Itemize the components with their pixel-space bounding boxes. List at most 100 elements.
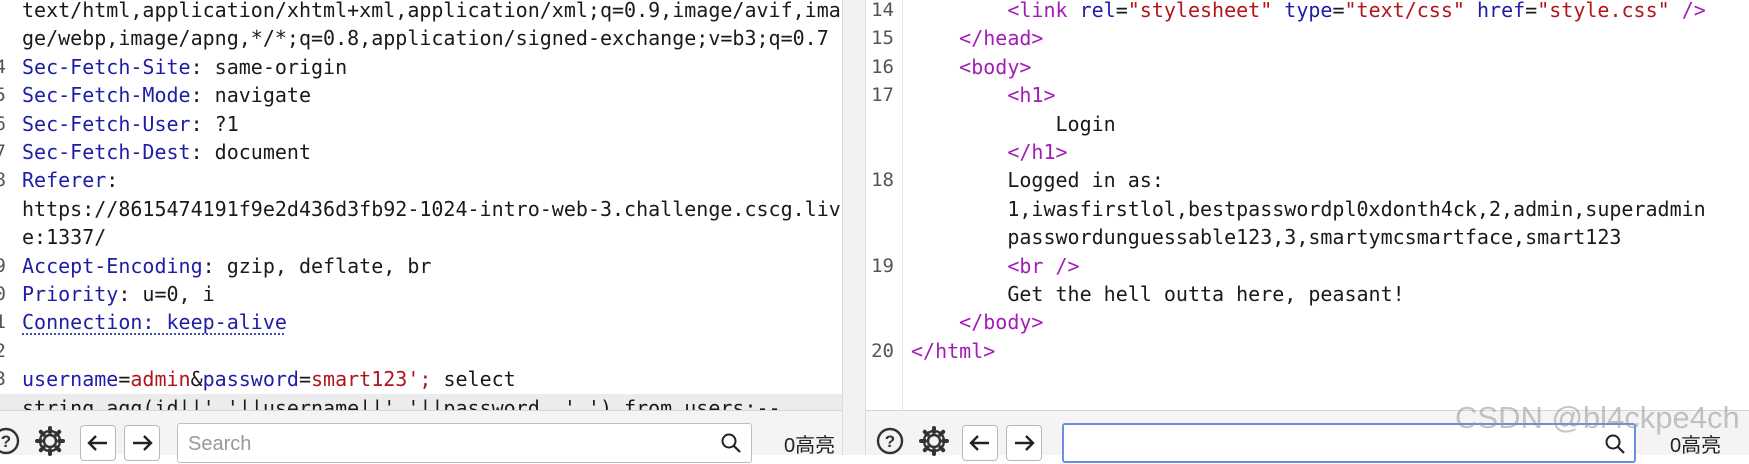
line-number: 0 <box>0 283 6 305</box>
line-text: <link rel="stylesheet" type="text/css" h… <box>911 0 1706 24</box>
code-line: 8 Referer: <box>0 166 842 194</box>
token: "stylesheet" <box>1127 0 1273 22</box>
pane-splitter[interactable] <box>842 0 866 455</box>
code-line: Login <box>866 110 1749 138</box>
code-line: 1 Connection: keep-alive <box>0 308 842 336</box>
token: Connection: keep-alive <box>22 310 287 335</box>
code-line: 1,iwasfirstlol,bestpasswordpl0xdonth4ck,… <box>866 195 1749 223</box>
search-icon <box>721 433 741 453</box>
line-text: Sec-Fetch-Mode: navigate <box>22 81 311 109</box>
line-text: string_agg(id||','||username||','||passw… <box>22 394 781 410</box>
token: : ?1 <box>190 111 239 136</box>
token: ge/webp,image/apng,*/*;q=0.8,application… <box>22 26 829 51</box>
code-line: 14 <link rel="stylesheet" type="text/css… <box>866 0 1749 24</box>
search-input[interactable]: Search <box>177 423 752 463</box>
code-line: 17 <h1> <box>866 81 1749 109</box>
token: </html> <box>911 338 996 363</box>
help-icon[interactable]: ? <box>872 423 908 459</box>
line-number: 20 <box>871 339 894 362</box>
code-line: e:1337/ <box>0 223 842 251</box>
token: </head> <box>959 26 1044 51</box>
code-line: ge/webp,image/apng,*/*;q=0.8,application… <box>0 24 842 52</box>
previous-match-button[interactable] <box>962 425 998 461</box>
code-line: Get the hell outta here, peasant! <box>866 280 1749 308</box>
line-text: Sec-Fetch-User: ?1 <box>22 110 239 138</box>
token: <br /> <box>1007 253 1080 278</box>
token: Sec-Fetch-Mode <box>22 83 191 108</box>
line-number: 15 <box>871 27 894 50</box>
token: Get the hell outta here, peasant! <box>911 282 1405 306</box>
line-number: 5 <box>0 84 6 107</box>
token: Sec-Fetch-Site <box>22 54 191 79</box>
token: = <box>298 367 312 392</box>
line-text: Connection: keep-alive <box>22 308 287 336</box>
token: rel <box>1079 0 1116 22</box>
request-editor[interactable]: text/html,application/xhtml+xml,applicat… <box>0 0 842 410</box>
line-text: text/html,application/xhtml+xml,applicat… <box>22 0 841 24</box>
response-editor[interactable]: 14 <link rel="stylesheet" type="text/css… <box>866 0 1749 410</box>
help-icon[interactable]: ? <box>0 423 24 459</box>
gear-icon[interactable] <box>916 423 952 459</box>
line-text: ge/webp,image/apng,*/*;q=0.8,application… <box>22 24 829 52</box>
line-number: 1 <box>0 311 6 334</box>
line-text: username=admin&password=smart123'; selec… <box>22 365 516 393</box>
next-match-button[interactable] <box>124 425 160 461</box>
code-line: 4 Sec-Fetch-Site: same-origin <box>0 53 842 81</box>
token: : same-origin <box>190 54 348 79</box>
code-line: 9 Accept-Encoding: gzip, deflate, br <box>0 252 842 280</box>
line-number: 14 <box>871 0 894 21</box>
code-line: 6 Sec-Fetch-User: ?1 <box>0 110 842 138</box>
token: </h1> <box>1007 140 1068 164</box>
token: Referer <box>22 168 107 193</box>
next-match-button[interactable] <box>1006 425 1042 461</box>
line-number: 19 <box>871 254 894 277</box>
token: <body> <box>959 54 1032 79</box>
line-text: Sec-Fetch-Site: same-origin <box>22 53 347 81</box>
token: = <box>1525 0 1538 22</box>
token: <h1> <box>1007 83 1056 108</box>
line-text: Sec-Fetch-Dest: document <box>22 138 311 166</box>
search-icon <box>1605 434 1625 454</box>
line-number: 7 <box>0 141 6 163</box>
token: /> <box>1669 0 1706 22</box>
token: : navigate <box>190 83 311 108</box>
line-text: 1,iwasfirstlol,bestpasswordpl0xdonth4ck,… <box>911 195 1705 223</box>
token: Logged in as: <box>911 168 1164 193</box>
token: username <box>22 367 119 392</box>
line-text: e:1337/ <box>22 223 106 251</box>
token: : u=0, i <box>118 282 215 306</box>
gear-icon[interactable] <box>32 423 68 459</box>
line-number: 8 <box>0 169 6 192</box>
line-text: Login <box>911 110 1115 138</box>
request-search-bar: ? Search 0高亮 <box>0 410 842 463</box>
line-number: 18 <box>871 169 894 192</box>
line-number: 6 <box>0 112 6 135</box>
search-placeholder: Search <box>188 433 252 455</box>
token: select <box>431 367 516 392</box>
token: : document <box>190 140 311 164</box>
search-input[interactable] <box>1062 423 1636 463</box>
token: Priority <box>22 282 119 306</box>
line-number: 16 <box>871 55 894 78</box>
match-count: 0高亮 <box>1670 435 1722 457</box>
line-text: https://8615474191f9e2d436d3fb92-1024-in… <box>22 195 841 223</box>
svg-text:?: ? <box>1 432 11 451</box>
token: = <box>1332 0 1345 22</box>
token: Sec-Fetch-Dest <box>22 140 191 164</box>
code-line: 16 <body> <box>866 53 1749 81</box>
token: password <box>202 367 299 392</box>
line-number: 2 <box>0 339 6 362</box>
line-text: <body> <box>911 53 1031 81</box>
svg-text:?: ? <box>885 432 895 451</box>
previous-match-button[interactable] <box>80 425 116 461</box>
line-text: Logged in as: <box>911 166 1164 194</box>
line-text: </head> <box>911 24 1043 52</box>
token: "text/css" <box>1344 0 1465 22</box>
token: e:1337/ <box>22 225 107 250</box>
